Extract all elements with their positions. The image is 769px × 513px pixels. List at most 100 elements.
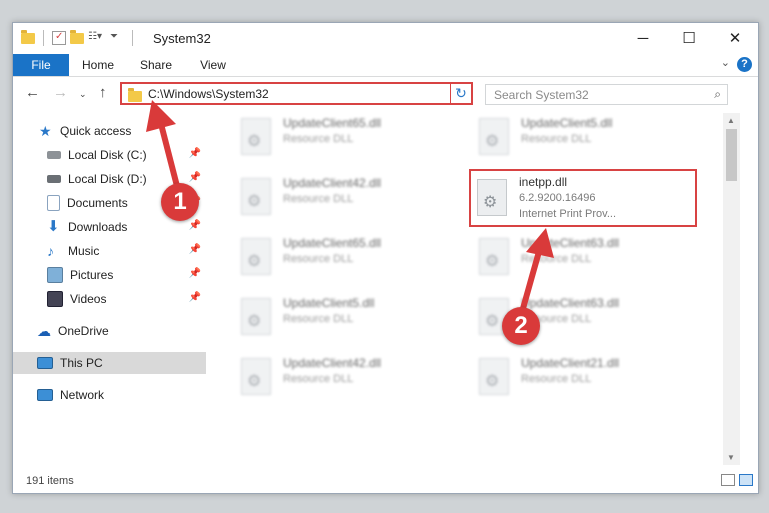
sidebar-item-local-disk-c[interactable]: Local Disk (C:) 📌 <box>13 144 206 166</box>
address-path: C:\Windows\System32 <box>148 87 269 101</box>
file-version: 6.2.9200.16496 <box>519 192 596 204</box>
sidebar-item-label: Pictures <box>70 268 114 282</box>
file-name: UpdateClient42.dll <box>283 176 382 190</box>
file-name: UpdateClient5.dll <box>521 116 613 130</box>
tab-share[interactable]: Share <box>131 54 181 76</box>
file-item[interactable]: UpdateClient42.dll Resource DLL <box>233 173 463 223</box>
recent-locations-icon[interactable]: ⌄ <box>79 89 87 100</box>
file-type: Resource DLL <box>283 133 354 145</box>
dll-file-icon <box>241 238 271 275</box>
scrollbar-thumb[interactable] <box>726 129 737 181</box>
ribbon-tabs: File Home Share View ⌄ ? <box>13 54 758 77</box>
sidebar-item-this-pc[interactable]: This PC <box>13 352 206 374</box>
refresh-icon: ↻ <box>455 85 467 101</box>
sidebar-item-label: This PC <box>60 356 103 370</box>
back-arrow-icon[interactable]: ← <box>25 84 40 101</box>
window-title: System32 <box>153 31 211 46</box>
step-2-badge: 2 <box>502 307 540 345</box>
pin-icon: 📌 <box>188 292 201 303</box>
sidebar-item-label: Quick access <box>60 124 132 138</box>
drive-icon <box>47 175 61 183</box>
file-name: UpdateClient5.dll <box>283 296 375 310</box>
tab-home[interactable]: Home <box>75 54 121 76</box>
sidebar-item-network[interactable]: Network <box>13 384 206 406</box>
sidebar-item-pictures[interactable]: Pictures 📌 <box>13 264 206 286</box>
minimize-button[interactable]: ─ <box>620 23 666 53</box>
folder-icon <box>21 29 35 44</box>
refresh-button[interactable]: ↻ <box>450 82 473 105</box>
properties-icon[interactable]: ✓ <box>52 31 66 45</box>
dropdown-icon[interactable]: ⏷ <box>110 31 124 45</box>
sidebar-item-label: OneDrive <box>58 324 109 338</box>
dll-file-icon <box>479 358 509 395</box>
dll-file-icon <box>241 178 271 215</box>
chevron-down-icon[interactable]: ⌄ <box>721 56 730 69</box>
divider <box>132 30 133 46</box>
search-placeholder: Search System32 <box>494 88 589 102</box>
sidebar-item-videos[interactable]: Videos 📌 <box>13 288 206 310</box>
file-item[interactable]: UpdateClient5.dll Resource DLL <box>233 293 463 343</box>
file-name: UpdateClient63.dll <box>521 296 620 310</box>
sidebar-item-label: Local Disk (D:) <box>68 172 147 186</box>
sidebar-item-label: Downloads <box>68 220 128 234</box>
file-item[interactable]: UpdateClient65.dll Resource DLL <box>233 233 463 283</box>
window-controls: ─ ☐ ✕ <box>620 23 758 53</box>
file-item[interactable]: UpdateClient65.dll Resource DLL <box>233 113 463 163</box>
pictures-icon <box>47 267 63 283</box>
search-input[interactable]: Search System32 ⌕ <box>485 84 728 105</box>
sidebar-item-quick-access[interactable]: ★ Quick access <box>13 120 206 142</box>
sidebar-item-label: Videos <box>70 292 107 306</box>
explorer-window: ✓ ☷▾ ⏷ System32 ─ ☐ ✕ File Home Share Vi… <box>12 22 759 494</box>
file-type: Resource DLL <box>521 373 592 385</box>
dll-file-icon <box>479 118 509 155</box>
dll-file-icon <box>477 179 507 216</box>
file-type: Resource DLL <box>521 133 592 145</box>
quick-access-toolbar: ✓ ☷▾ ⏷ <box>21 29 137 46</box>
dll-file-icon <box>479 238 509 275</box>
scroll-down-icon[interactable]: ▼ <box>727 453 735 462</box>
dll-file-icon <box>241 298 271 335</box>
drive-icon <box>47 151 61 159</box>
tab-view[interactable]: View <box>191 54 235 76</box>
file-item[interactable]: UpdateClient21.dll Resource DLL <box>471 353 701 403</box>
file-item-inetpp[interactable]: inetpp.dll 6.2.9200.16496 Internet Print… <box>469 169 697 227</box>
maximize-button[interactable]: ☐ <box>666 23 712 53</box>
file-type: Resource DLL <box>283 313 354 325</box>
pin-icon: 📌 <box>188 244 201 255</box>
up-arrow-icon[interactable]: ↑ <box>99 84 107 101</box>
navigation-bar: ← → ⌄ ↑ C:\Windows\System32 ⌄ ↻ Search S… <box>13 78 758 110</box>
pin-icon: 📌 <box>188 220 201 231</box>
tab-file[interactable]: File <box>13 54 69 76</box>
help-icon[interactable]: ? <box>737 57 752 72</box>
title-bar: ✓ ☷▾ ⏷ System32 ─ ☐ ✕ <box>13 23 758 54</box>
download-icon: ⬇ <box>47 218 60 235</box>
file-type: Resource DLL <box>283 193 354 205</box>
address-bar[interactable]: C:\Windows\System32 ⌄ <box>120 82 472 105</box>
pin-icon: 📌 <box>188 268 201 279</box>
file-item[interactable]: UpdateClient63.dll Resource DLL <box>471 233 701 283</box>
videos-icon <box>47 291 63 307</box>
file-name: inetpp.dll <box>519 175 568 189</box>
details-view-icon[interactable] <box>721 474 735 486</box>
network-icon <box>37 389 53 401</box>
sidebar-item-label: Documents <box>67 196 128 210</box>
forward-arrow-icon[interactable]: → <box>53 84 68 101</box>
file-type: Resource DLL <box>283 373 354 385</box>
divider <box>43 30 44 46</box>
navigation-pane: ★ Quick access Local Disk (C:) 📌 Local D… <box>13 113 206 465</box>
file-list: UpdateClient65.dll Resource DLL UpdateCl… <box>209 113 723 465</box>
scroll-up-icon[interactable]: ▲ <box>727 116 735 125</box>
music-icon: ♪ <box>47 243 54 259</box>
customize-icon[interactable]: ☷▾ <box>88 31 102 45</box>
file-type: Internet Print Prov... <box>519 208 617 220</box>
sidebar-item-music[interactable]: ♪ Music 📌 <box>13 240 206 262</box>
vertical-scrollbar[interactable]: ▲ ▼ <box>723 113 740 465</box>
file-item[interactable]: UpdateClient42.dll Resource DLL <box>233 353 463 403</box>
tiles-view-icon[interactable] <box>739 474 753 486</box>
sidebar-item-onedrive[interactable]: ☁ OneDrive <box>13 320 206 342</box>
file-item[interactable]: UpdateClient5.dll Resource DLL <box>471 113 701 163</box>
new-folder-icon[interactable] <box>70 29 84 44</box>
close-button[interactable]: ✕ <box>712 23 758 53</box>
file-type: Resource DLL <box>283 253 354 265</box>
sidebar-item-label: Music <box>68 244 100 258</box>
